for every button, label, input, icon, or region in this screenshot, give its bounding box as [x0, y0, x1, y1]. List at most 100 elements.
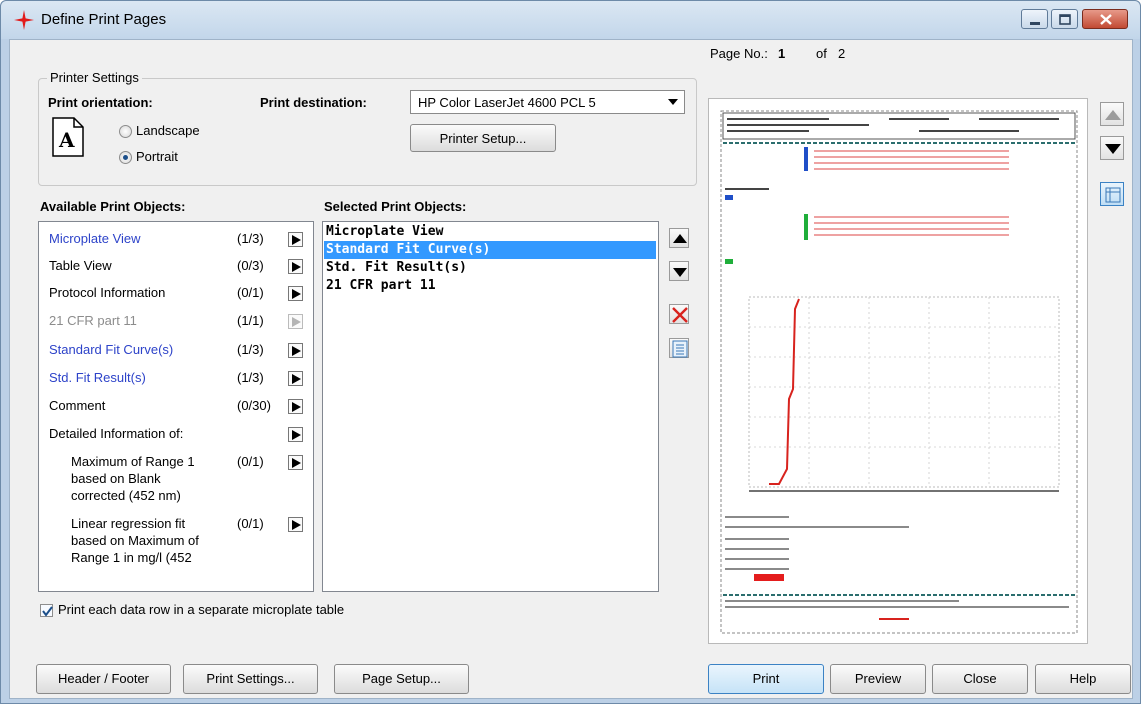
window-title: Define Print Pages	[41, 11, 167, 28]
move-up-button[interactable]	[669, 228, 689, 248]
available-item-count: (0/3)	[237, 258, 264, 273]
svg-text:A: A	[58, 128, 75, 152]
selected-object-item[interactable]: Std. Fit Result(s)	[324, 259, 656, 277]
detail-item-label[interactable]: corrected (452 nm)	[71, 488, 181, 503]
radio-selected-dot	[123, 155, 128, 160]
object-properties-button[interactable]	[669, 338, 689, 358]
page-setup-button[interactable]: Page Setup...	[334, 664, 469, 694]
separate-table-checkbox[interactable]	[40, 604, 53, 617]
add-object-button[interactable]	[288, 517, 303, 532]
page-number-total: 2	[838, 46, 846, 61]
separate-table-label: Print each data row in a separate microp…	[58, 602, 345, 617]
selected-objects-list[interactable]: Microplate View Standard Fit Curve(s) Std.…	[322, 221, 659, 592]
portrait-orientation-icon: A	[52, 117, 84, 157]
fit-page-button[interactable]	[1100, 182, 1124, 206]
close-window-button[interactable]	[1082, 9, 1128, 29]
move-down-button[interactable]	[669, 261, 689, 281]
page-of-label: of	[816, 46, 827, 61]
list-properties-icon	[672, 340, 688, 358]
available-item-count: (1/3)	[237, 342, 264, 357]
print-button[interactable]: Print	[708, 664, 824, 694]
add-object-button[interactable]	[288, 343, 303, 358]
play-arrow-icon	[292, 520, 301, 530]
detail-item-label[interactable]: based on Maximum of	[71, 533, 199, 548]
add-object-button[interactable]	[288, 286, 303, 301]
close-button[interactable]: Close	[932, 664, 1028, 694]
dialog-body: Printer Settings Print orientation: A La…	[9, 39, 1133, 699]
selected-objects-header: Selected Print Objects:	[324, 199, 467, 214]
delete-x-icon	[672, 307, 688, 323]
available-item-label[interactable]: Standard Fit Curve(s)	[49, 342, 173, 357]
arrow-up-icon	[673, 234, 687, 243]
close-icon	[1100, 14, 1112, 25]
play-arrow-icon	[292, 430, 301, 440]
checkmark-icon	[42, 606, 53, 617]
fit-page-icon	[1105, 187, 1121, 203]
maximize-button[interactable]	[1051, 9, 1078, 29]
available-item-label[interactable]: Protocol Information	[49, 285, 165, 300]
available-objects-header: Available Print Objects:	[40, 199, 186, 214]
minimize-button[interactable]	[1021, 9, 1048, 29]
play-arrow-icon	[292, 262, 301, 272]
add-object-button[interactable]	[288, 259, 303, 274]
available-item-label[interactable]: Microplate View	[49, 231, 141, 246]
add-object-button[interactable]	[288, 371, 303, 386]
preview-button[interactable]: Preview	[830, 664, 926, 694]
print-destination-label: Print destination:	[260, 95, 367, 110]
selected-object-item[interactable]: 21 CFR part 11	[324, 277, 656, 295]
title-bar[interactable]: Define Print Pages	[1, 1, 1140, 39]
selected-object-item[interactable]: Standard Fit Curve(s)	[324, 241, 656, 259]
arrow-up-icon	[1105, 110, 1121, 120]
play-arrow-icon	[292, 374, 301, 384]
add-object-button[interactable]	[288, 455, 303, 470]
play-arrow-icon	[292, 458, 301, 468]
next-page-button[interactable]	[1100, 136, 1124, 160]
printer-setup-button[interactable]: Printer Setup...	[410, 124, 556, 152]
play-arrow-icon	[292, 346, 301, 356]
play-arrow-icon	[292, 289, 301, 299]
detail-item-count: (0/1)	[237, 454, 264, 469]
previous-page-button[interactable]	[1100, 102, 1124, 126]
dialog-window: Define Print Pages Printer Settings Prin…	[0, 0, 1141, 704]
print-settings-button[interactable]: Print Settings...	[183, 664, 318, 694]
selected-object-item[interactable]: Microplate View	[324, 223, 656, 241]
add-object-button[interactable]	[288, 232, 303, 247]
add-object-button[interactable]	[288, 427, 303, 442]
available-objects-list[interactable]: Microplate View (1/3) Table View (0/3) Proto…	[38, 221, 314, 592]
detail-item-label[interactable]: Linear regression fit	[71, 516, 185, 531]
printer-settings-title: Printer Settings	[47, 70, 142, 85]
detail-item-count: (0/1)	[237, 516, 264, 531]
detail-item-label[interactable]: Maximum of Range 1	[71, 454, 195, 469]
available-item-label[interactable]: Std. Fit Result(s)	[49, 370, 146, 385]
available-item-label[interactable]: Table View	[49, 258, 112, 273]
available-item-count: (1/1)	[237, 313, 264, 328]
help-button[interactable]: Help	[1035, 664, 1131, 694]
header-footer-button[interactable]: Header / Footer	[36, 664, 171, 694]
chevron-down-icon	[668, 99, 678, 105]
detail-item-label[interactable]: based on Blank	[71, 471, 161, 486]
available-item-count: (1/3)	[237, 370, 264, 385]
minimize-icon	[1030, 22, 1040, 25]
add-object-button[interactable]	[288, 314, 303, 329]
detail-item-label[interactable]: Range 1 in mg/l (452	[71, 550, 192, 565]
portrait-radio[interactable]	[119, 151, 132, 164]
app-logo-icon	[14, 10, 34, 30]
page-preview-thumbnail	[720, 110, 1078, 634]
maximize-icon	[1059, 14, 1071, 25]
available-item-label[interactable]: 21 CFR part 11	[49, 313, 137, 328]
play-arrow-icon	[292, 235, 301, 245]
arrow-down-icon	[1105, 144, 1121, 154]
print-orientation-label: Print orientation:	[48, 95, 153, 110]
page-number-current: 1	[778, 46, 786, 61]
arrow-down-icon	[673, 268, 687, 277]
available-item-label[interactable]: Comment	[49, 398, 105, 413]
print-destination-select[interactable]: HP Color LaserJet 4600 PCL 5	[410, 90, 685, 114]
remove-object-button[interactable]	[669, 304, 689, 324]
page-number-label: Page No.:	[710, 46, 768, 61]
print-destination-value: HP Color LaserJet 4600 PCL 5	[418, 95, 596, 110]
add-object-button[interactable]	[288, 399, 303, 414]
page-preview	[708, 98, 1088, 644]
available-item-label[interactable]: Detailed Information of:	[49, 426, 183, 441]
available-item-count: (1/3)	[237, 231, 264, 246]
landscape-radio[interactable]	[119, 125, 132, 138]
